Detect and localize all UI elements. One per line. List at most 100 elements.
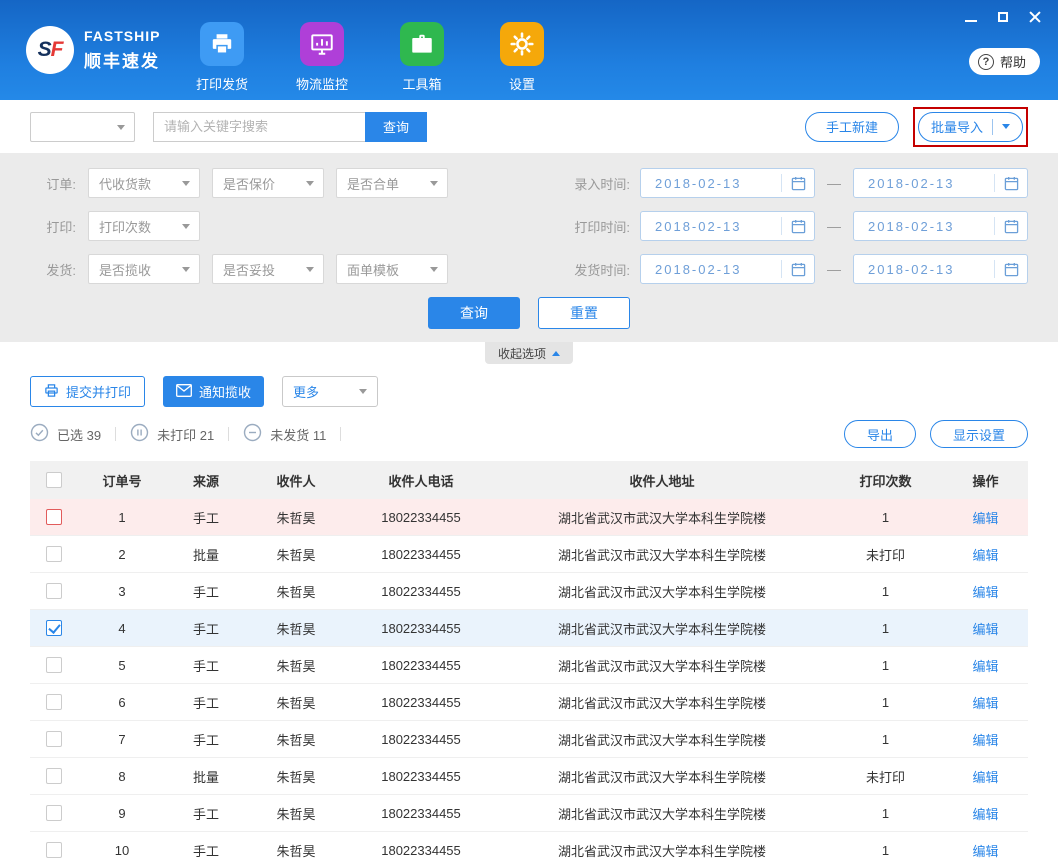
select-all-checkbox[interactable]: [46, 472, 62, 488]
row-checkbox[interactable]: [46, 583, 62, 599]
edit-link[interactable]: 编辑: [972, 696, 998, 711]
order-phone: 18022334455: [346, 695, 496, 710]
button-divider: [992, 119, 993, 135]
row-checkbox[interactable]: [46, 768, 62, 784]
row-checkbox[interactable]: [46, 657, 62, 673]
order-id: 10: [78, 843, 166, 858]
search-toolbar: 查询 手工新建 批量导入: [0, 100, 1058, 153]
display-settings-button[interactable]: 显示设置: [930, 420, 1028, 448]
unshipped-value: 11: [313, 428, 327, 443]
print-date-from[interactable]: 2018-02-13: [640, 211, 815, 241]
col-actions: 操作: [943, 471, 1028, 490]
chevron-down-icon: [182, 224, 190, 229]
edit-link[interactable]: 编辑: [972, 548, 998, 563]
edit-link[interactable]: 编辑: [972, 733, 998, 748]
edit-link[interactable]: 编辑: [972, 622, 998, 637]
nav-label: 物流监控: [296, 74, 348, 93]
row-checkbox[interactable]: [46, 620, 62, 636]
entry-time-range: 录入时间: 2018-02-13 — 2018-02-13: [574, 168, 1028, 198]
row-checkbox[interactable]: [46, 694, 62, 710]
selected-value: 39: [87, 428, 101, 443]
select-waybill-template[interactable]: 面单模板: [336, 254, 448, 284]
select-combined[interactable]: 是否合单: [336, 168, 448, 198]
select-delivered[interactable]: 是否妥投: [212, 254, 324, 284]
select-pickup[interactable]: 是否揽收: [88, 254, 200, 284]
time-range-label: 打印时间:: [574, 217, 630, 236]
main-nav: 打印发货 物流监控 工具箱: [180, 22, 564, 93]
sf-logo-icon: SF: [26, 26, 74, 74]
entry-date-from[interactable]: 2018-02-13: [640, 168, 815, 198]
manual-create-button[interactable]: 手工新建: [805, 112, 899, 142]
edit-link[interactable]: 编辑: [972, 844, 998, 859]
row-checkbox[interactable]: [46, 546, 62, 562]
table-row: 8 批量 朱哲昊 18022334455 湖北省武汉市武汉大学本科生学院楼 未打…: [30, 758, 1028, 795]
nav-toolbox[interactable]: 工具箱: [380, 22, 464, 93]
batch-import-button[interactable]: 批量导入: [918, 112, 1023, 142]
col-phone: 收件人电话: [346, 471, 496, 490]
calendar-icon: [782, 262, 814, 277]
more-dropdown[interactable]: 更多: [282, 376, 378, 407]
unshipped-count: 未发货 11: [243, 423, 326, 445]
nav-logistics-monitor[interactable]: 物流监控: [280, 22, 364, 93]
select-print-count[interactable]: 打印次数: [88, 211, 200, 241]
row-checkbox[interactable]: [46, 805, 62, 821]
edit-link[interactable]: 编辑: [972, 511, 998, 526]
order-source: 手工: [166, 841, 246, 860]
printer-icon: [44, 383, 59, 401]
close-button[interactable]: [1028, 10, 1042, 24]
row-checkbox[interactable]: [46, 731, 62, 747]
nav-print-ship[interactable]: 打印发货: [180, 22, 264, 93]
notify-pickup-button[interactable]: 通知揽收: [163, 376, 264, 407]
nav-label: 工具箱: [402, 74, 441, 93]
order-print-count: 1: [828, 584, 943, 599]
nav-settings[interactable]: 设置: [480, 22, 564, 93]
help-label: 帮助: [1000, 52, 1026, 71]
row-checkbox[interactable]: [46, 842, 62, 858]
col-print-count: 打印次数: [828, 471, 943, 490]
order-phone: 18022334455: [346, 621, 496, 636]
export-button[interactable]: 导出: [844, 420, 916, 448]
order-source: 手工: [166, 582, 246, 601]
category-select[interactable]: [30, 112, 135, 142]
entry-date-to[interactable]: 2018-02-13: [853, 168, 1028, 198]
maximize-button[interactable]: [996, 10, 1010, 24]
brand-name-en: FASTSHIP: [84, 28, 160, 44]
order-phone: 18022334455: [346, 843, 496, 858]
ship-date-from[interactable]: 2018-02-13: [640, 254, 815, 284]
edit-link[interactable]: 编辑: [972, 585, 998, 600]
select-cod[interactable]: 代收货款: [88, 168, 200, 198]
table-row: 7 手工 朱哲昊 18022334455 湖北省武汉市武汉大学本科生学院楼 1 …: [30, 721, 1028, 758]
row-checkbox[interactable]: [46, 509, 62, 525]
order-id: 1: [78, 510, 166, 525]
filter-row-label: 发货:: [30, 260, 76, 279]
ship-date-to[interactable]: 2018-02-13: [853, 254, 1028, 284]
edit-link[interactable]: 编辑: [972, 807, 998, 822]
print-date-to[interactable]: 2018-02-13: [853, 211, 1028, 241]
question-icon: ?: [978, 54, 994, 70]
table-header: 订单号 来源 收件人 收件人电话 收件人地址 打印次数 操作: [30, 461, 1028, 499]
print-time-range: 打印时间: 2018-02-13 — 2018-02-13: [574, 211, 1028, 241]
collapse-options-button[interactable]: 收起选项: [485, 342, 573, 364]
order-recipient: 朱哲昊: [246, 804, 346, 823]
order-id: 6: [78, 695, 166, 710]
order-recipient: 朱哲昊: [246, 841, 346, 860]
filter-row-print: 打印: 打印次数 打印时间: 2018-02-13 — 2018-02-13: [30, 211, 1028, 241]
query-button[interactable]: 查询: [428, 297, 520, 329]
search-button[interactable]: 查询: [365, 112, 427, 142]
chevron-down-icon: [182, 181, 190, 186]
table-row: 2 批量 朱哲昊 18022334455 湖北省武汉市武汉大学本科生学院楼 未打…: [30, 536, 1028, 573]
monitor-icon: [300, 22, 344, 66]
order-print-count: 1: [828, 695, 943, 710]
order-id: 9: [78, 806, 166, 821]
order-source: 手工: [166, 656, 246, 675]
search-input[interactable]: [153, 112, 365, 142]
minimize-button[interactable]: [964, 10, 978, 24]
order-id: 8: [78, 769, 166, 784]
pause-circle-icon: [130, 423, 149, 445]
edit-link[interactable]: 编辑: [972, 770, 998, 785]
reset-button[interactable]: 重置: [538, 297, 630, 329]
edit-link[interactable]: 编辑: [972, 659, 998, 674]
help-button[interactable]: ? 帮助: [969, 48, 1040, 75]
select-insured[interactable]: 是否保价: [212, 168, 324, 198]
submit-print-button[interactable]: 提交并打印: [30, 376, 145, 407]
